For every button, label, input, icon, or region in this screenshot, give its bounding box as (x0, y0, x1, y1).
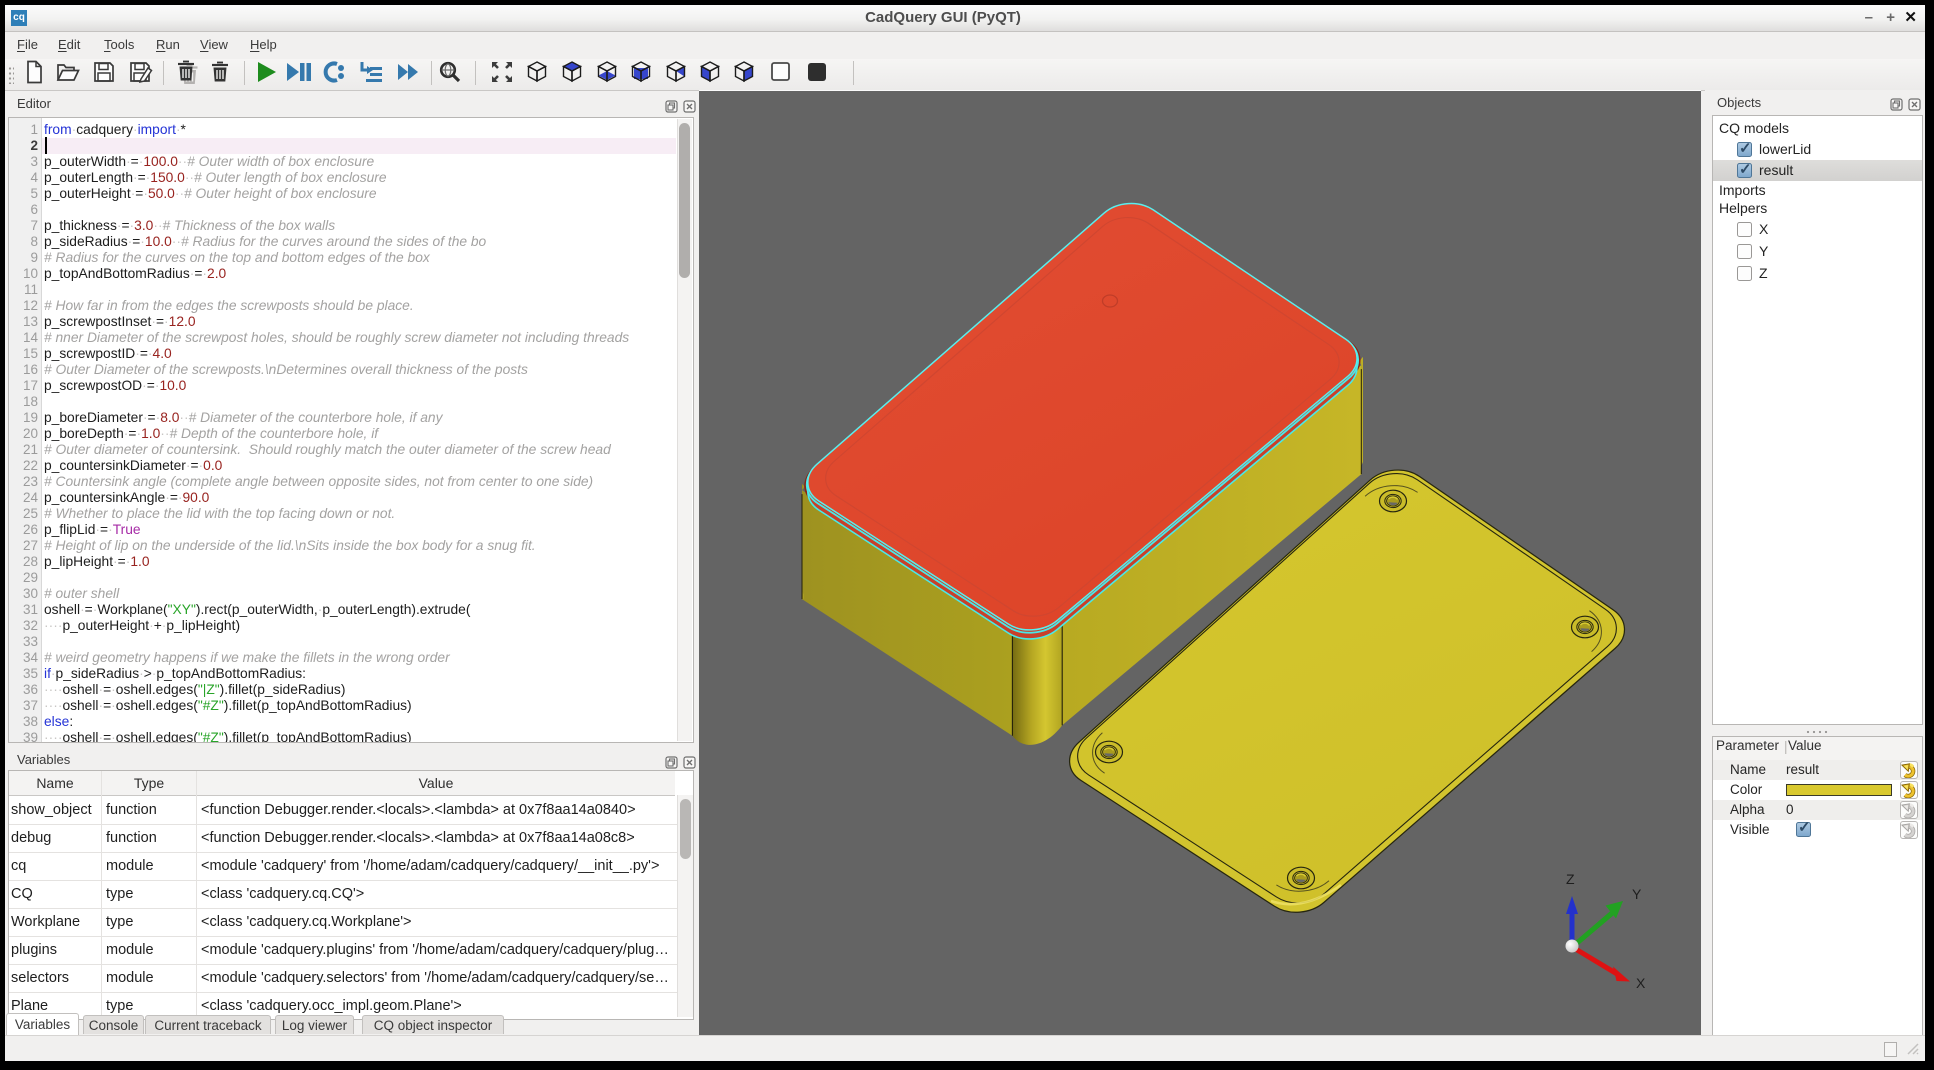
svg-text:Z: Z (1566, 871, 1575, 887)
svg-text:Y: Y (1632, 886, 1642, 902)
svg-text:X: X (1636, 975, 1646, 991)
